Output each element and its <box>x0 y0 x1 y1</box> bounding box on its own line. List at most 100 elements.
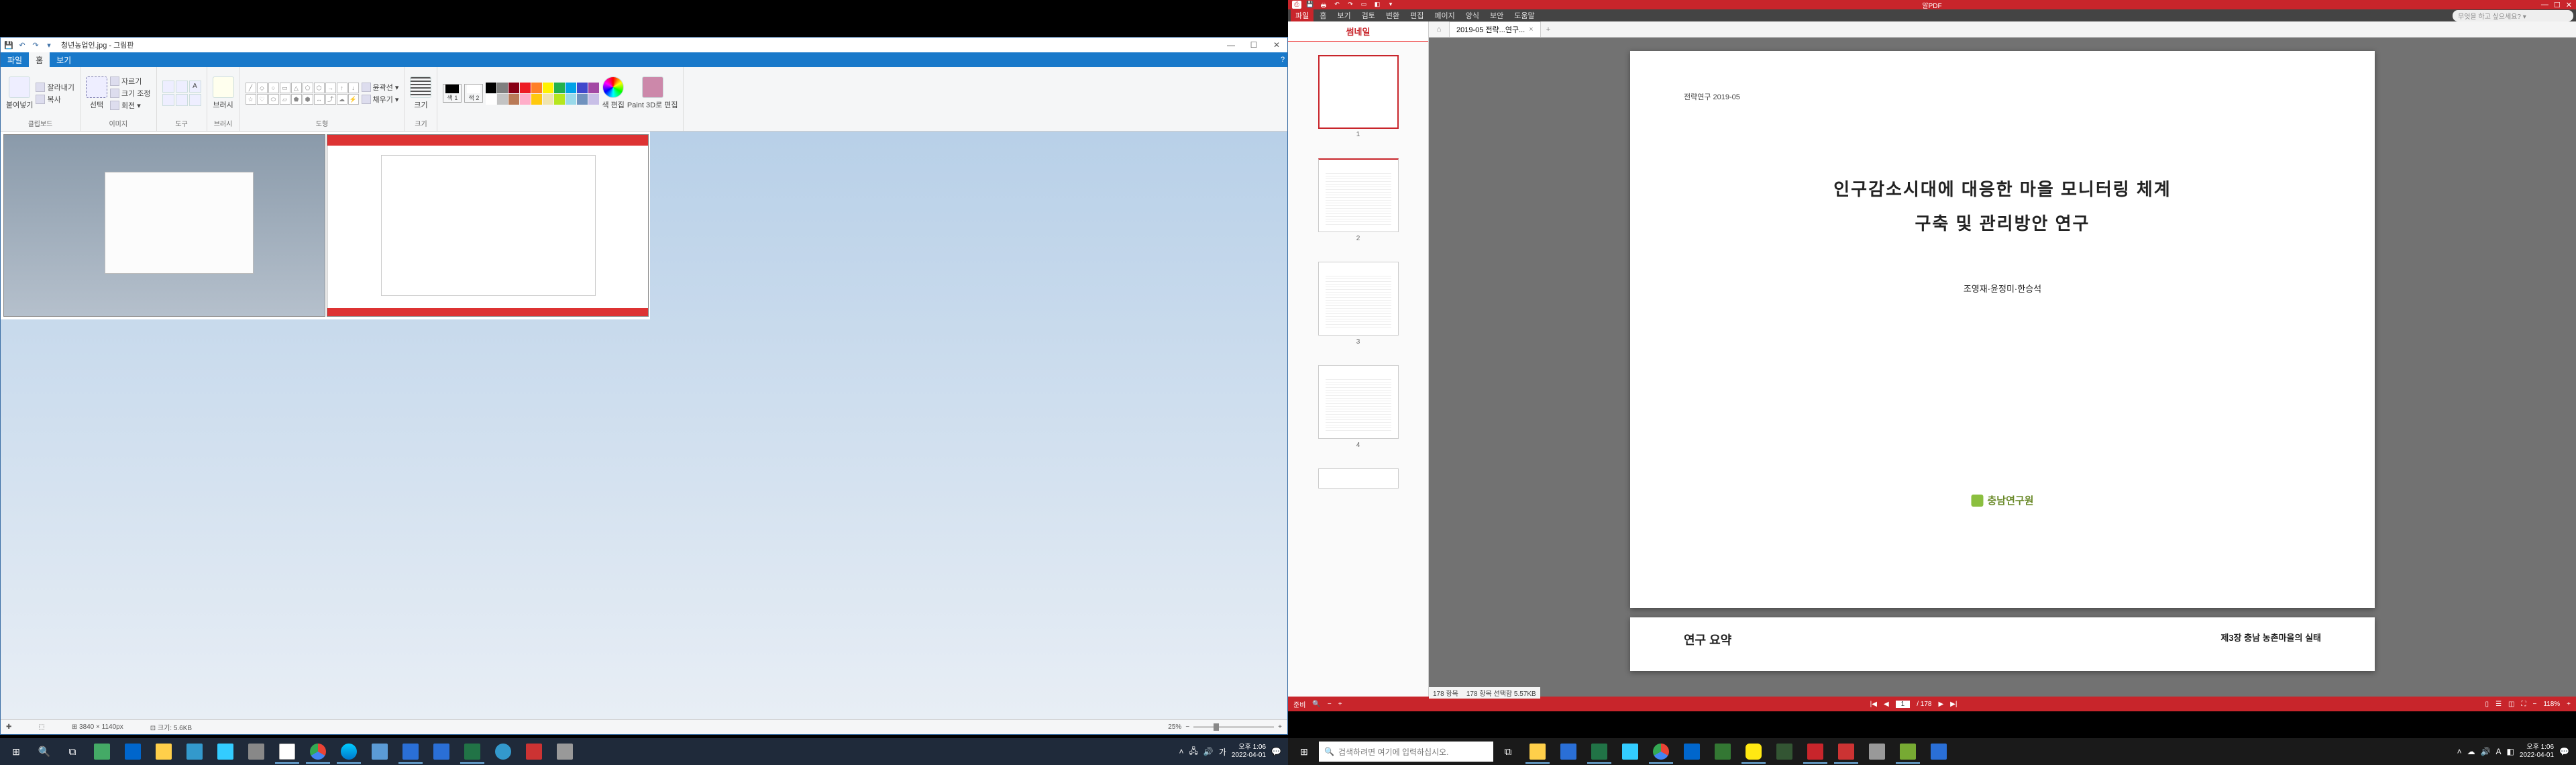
thumbnail-page-5[interactable] <box>1318 468 1399 489</box>
taskbar-app[interactable] <box>1677 740 1707 764</box>
minimize-button[interactable]: — <box>2541 1 2548 9</box>
tray-clock[interactable]: 오후 1:062022-04-01 <box>2520 744 2554 760</box>
cut-button[interactable]: 잘라내기 <box>36 82 74 93</box>
fill-button[interactable]: 채우기 ▾ <box>362 94 399 105</box>
tray-volume-icon[interactable]: 🔊 <box>1203 747 1214 756</box>
palette-swatch[interactable] <box>543 94 553 105</box>
taskbar-app[interactable] <box>241 740 271 764</box>
new-tab-button[interactable]: + <box>1541 26 1556 34</box>
page-input[interactable]: 1 <box>1896 701 1911 708</box>
taskbar-app[interactable] <box>1862 740 1892 764</box>
select-button[interactable]: 선택 <box>86 76 107 110</box>
crop-button[interactable]: 자르기 <box>110 76 151 87</box>
copy-button[interactable]: 복사 <box>36 94 74 105</box>
start-button[interactable]: ⊞ <box>3 740 30 764</box>
maximize-button[interactable]: ☐ <box>1246 40 1262 50</box>
qat-btn6-icon[interactable]: ◧ <box>1373 1 1382 9</box>
palette-swatch[interactable] <box>588 83 599 93</box>
paint-titlebar[interactable]: 💾 ↶ ↷ ▾ 청년농업인.jpg - 그림판 — ☐ ✕ <box>1 38 1287 52</box>
taskbar-app[interactable] <box>1615 740 1645 764</box>
menu-view[interactable]: 보기 <box>1332 9 1355 21</box>
pdf-titlebar[interactable]: ⎙ 💾 🖶 ↶ ↷ ▭ ◧ ▾ 알PDF — ☐ ✕ <box>1288 0 2576 9</box>
palette-swatch[interactable] <box>543 83 553 93</box>
close-button[interactable]: ✕ <box>1269 40 1285 50</box>
start-button[interactable]: ⊞ <box>1291 740 1318 764</box>
qat-print-icon[interactable]: 🖶 <box>1319 1 1328 9</box>
menu-page[interactable]: 페이지 <box>1430 9 1459 21</box>
taskbar-app[interactable] <box>1708 740 1737 764</box>
tray-chevron-icon[interactable]: ˄ <box>1179 747 1183 756</box>
palette-swatch[interactable] <box>508 94 519 105</box>
palette-swatch[interactable] <box>554 94 565 105</box>
system-tray[interactable]: ˄ ☁ 🔊 A ◧ 오후 1:062022-04-01 💬 <box>2457 744 2573 760</box>
menu-form[interactable]: 양식 <box>1461 9 1484 21</box>
tray-notifications-icon[interactable]: 💬 <box>2559 747 2569 756</box>
taskbar-chrome[interactable] <box>1646 740 1676 764</box>
first-page-button[interactable]: |◀ <box>1870 701 1877 708</box>
task-view-button[interactable]: ⧉ <box>1495 740 1521 764</box>
taskbar-app[interactable] <box>118 740 148 764</box>
zoom-slider[interactable] <box>1193 726 1274 728</box>
zoom-out-footer[interactable]: − <box>1328 701 1332 708</box>
close-tab-icon[interactable]: × <box>1529 26 1533 34</box>
taskbar-app[interactable] <box>87 740 117 764</box>
taskbar-chrome[interactable] <box>303 740 333 764</box>
palette-swatch[interactable] <box>566 83 576 93</box>
palette-swatch[interactable] <box>588 94 599 105</box>
canvas-image[interactable] <box>1 132 650 319</box>
qat-btn5-icon[interactable]: ▭ <box>1359 1 1368 9</box>
prev-page-button[interactable]: ◀ <box>1884 701 1889 708</box>
taskbar-app[interactable] <box>1924 740 1953 764</box>
help-icon[interactable]: ? <box>1277 54 1287 65</box>
zoom-out-button[interactable]: − <box>2532 701 2536 708</box>
taskbar-app[interactable] <box>519 740 549 764</box>
color-palette[interactable] <box>486 83 599 105</box>
taskbar-hwp[interactable] <box>396 740 425 764</box>
qat-save-icon[interactable]: 💾 <box>1305 1 1315 9</box>
menu-home[interactable]: 홈 <box>1315 9 1331 21</box>
system-tray[interactable]: ˄ 🖧 🔊 가 오후 1:062022-04-01 💬 <box>1179 744 1285 760</box>
thumbnail-list[interactable]: 1 2 3 4 <box>1288 42 1428 697</box>
resize-button[interactable]: 크기 조정 <box>110 88 151 99</box>
taskbar-kakaotalk[interactable] <box>1739 740 1768 764</box>
view-cont-icon[interactable]: ☰ <box>2496 701 2502 708</box>
pdf-page-2-top[interactable]: 연구 요약 제3장 충남 농촌마을의 실태 <box>1630 617 2375 671</box>
tray-ime-icon[interactable]: 가 <box>1219 746 1226 758</box>
edit-colors-button[interactable]: 색 편집 <box>602 76 624 110</box>
thumbnail-page-2[interactable]: 2 <box>1318 158 1399 232</box>
zoom-in-button[interactable]: + <box>2567 701 2571 708</box>
palette-swatch[interactable] <box>577 83 588 93</box>
taskbar-app[interactable] <box>1831 740 1861 764</box>
tray-clock[interactable]: 오후 1:062022-04-01 <box>1232 744 1266 760</box>
document-tab[interactable]: 2019-05 전략...연구...× <box>1449 21 1541 37</box>
zoom-in-footer[interactable]: + <box>1338 701 1342 708</box>
document-scroll[interactable]: 전략연구 2019-05 인구감소시대에 대응한 마을 모니터링 체계 구축 및… <box>1429 38 2576 697</box>
qat-more-icon[interactable]: ▾ <box>44 40 54 50</box>
tray-ime-icon[interactable]: A <box>2496 747 2502 756</box>
palette-swatch[interactable] <box>497 94 508 105</box>
rotate-button[interactable]: 회전 ▾ <box>110 100 151 111</box>
file-tab[interactable]: 파일 <box>1 52 29 67</box>
zoom-in-button[interactable]: + <box>1278 723 1282 731</box>
palette-swatch[interactable] <box>497 83 508 93</box>
palette-swatch[interactable] <box>531 83 542 93</box>
palette-swatch[interactable] <box>554 83 565 93</box>
taskbar-excel[interactable] <box>1585 740 1614 764</box>
taskbar-app[interactable] <box>1893 740 1923 764</box>
paint3d-button[interactable]: Paint 3D로 편집 <box>627 76 678 110</box>
taskbar-paint[interactable] <box>272 740 302 764</box>
tray-onedrive-icon[interactable]: ☁ <box>2467 747 2475 756</box>
menu-review[interactable]: 검토 <box>1357 9 1380 21</box>
search-footer-icon[interactable]: 🔍 <box>1312 701 1320 708</box>
last-page-button[interactable]: ▶| <box>1950 701 1957 708</box>
next-page-button[interactable]: ▶ <box>1938 701 1943 708</box>
taskbar-app[interactable] <box>427 740 456 764</box>
taskbar-left[interactable]: ⊞ 🔍 ⧉ ˄ 🖧 🔊 가 오후 1:062022-04-01 💬 <box>0 738 1288 765</box>
thumbnail-page-3[interactable]: 3 <box>1318 262 1399 336</box>
size-button[interactable]: 크기 <box>410 76 431 110</box>
pdf-page-1[interactable]: 전략연구 2019-05 인구감소시대에 대응한 마을 모니터링 체계 구축 및… <box>1630 51 2375 608</box>
brushes-button[interactable]: 브러시 <box>213 76 234 110</box>
menu-security[interactable]: 보안 <box>1485 9 1508 21</box>
palette-swatch[interactable] <box>531 94 542 105</box>
taskbar-edge[interactable] <box>334 740 364 764</box>
